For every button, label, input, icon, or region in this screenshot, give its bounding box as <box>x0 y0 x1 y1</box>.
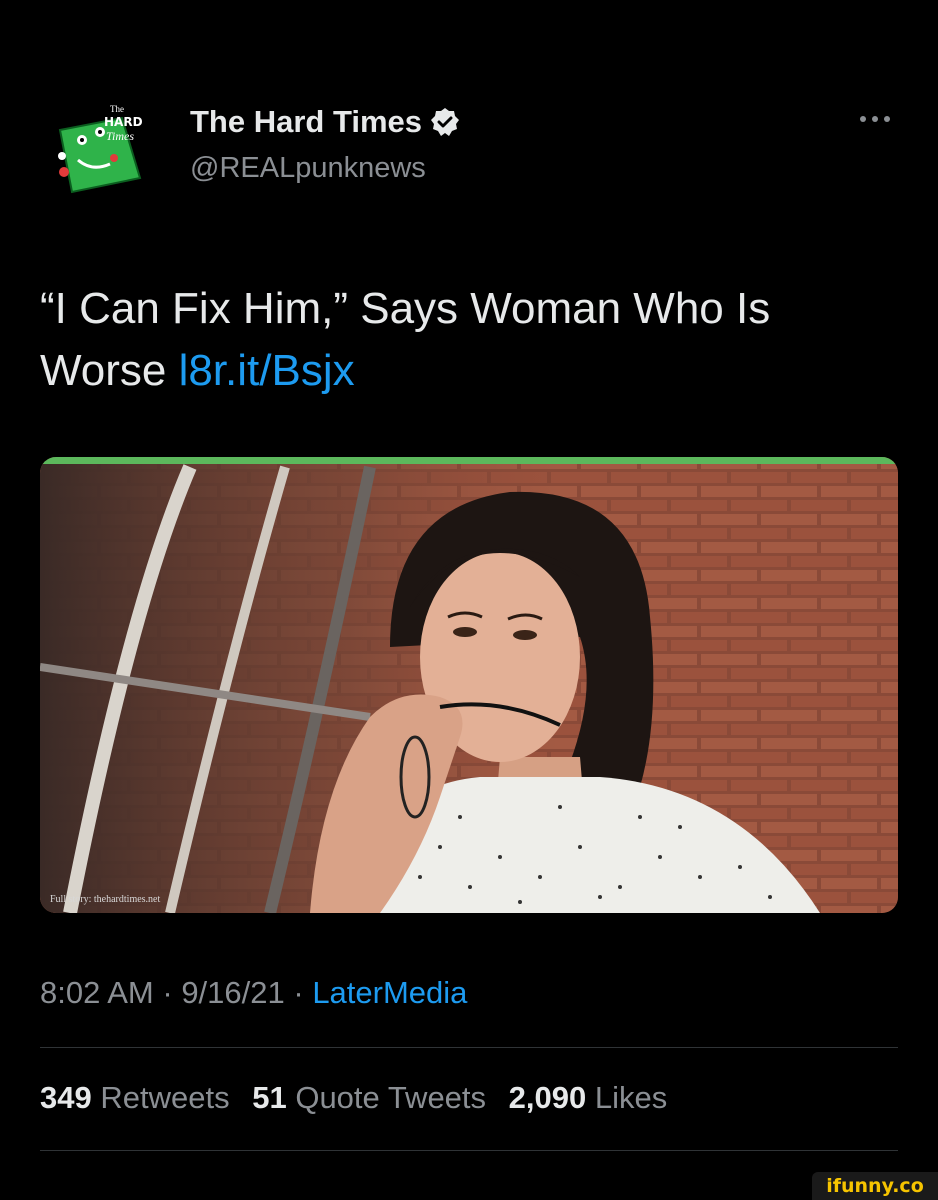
woman-with-glasses-photo <box>40 457 898 913</box>
retweets-label: Retweets <box>100 1080 230 1115</box>
svg-text:HARD: HARD <box>104 115 143 129</box>
quote-tweets-stat[interactable]: 51 Quote Tweets <box>252 1080 486 1115</box>
divider <box>40 1150 898 1151</box>
retweets-stat[interactable]: 349 Retweets <box>40 1080 230 1115</box>
tweet-body: “I Can Fix Him,” Says Woman Who Is Worse <box>40 284 771 395</box>
tweet-date[interactable]: 9/16/21 <box>181 975 284 1010</box>
author-display-name[interactable]: The Hard Times <box>190 104 422 140</box>
ellipsis-icon <box>860 116 890 122</box>
likes-count: 2,090 <box>508 1080 587 1115</box>
tweet-timestamp: 8:02 AM · 9/16/21 · LaterMedia <box>40 975 467 1011</box>
hard-times-logo-icon: The HARD Times <box>58 104 143 194</box>
media-accent-bar <box>40 457 898 464</box>
tweet-text: “I Can Fix Him,” Says Woman Who Is Worse… <box>40 278 900 402</box>
tweet-link[interactable]: l8r.it/Bsjx <box>179 346 355 395</box>
likes-label: Likes <box>594 1080 668 1115</box>
more-options-button[interactable] <box>854 106 896 132</box>
divider <box>40 1047 898 1048</box>
ifunny-watermark: ifunny.co <box>812 1172 938 1200</box>
meta-separator: · <box>284 975 313 1010</box>
quote-tweets-label: Quote Tweets <box>295 1080 487 1115</box>
likes-stat[interactable]: 2,090 Likes <box>509 1080 668 1115</box>
verified-badge-icon <box>430 107 460 137</box>
author-handle[interactable]: @REALpunknews <box>190 152 426 185</box>
tweet-media-image[interactable]: Full story: thehardtimes.net <box>40 457 898 913</box>
meta-separator: · <box>153 975 182 1010</box>
media-caption: Full story: thehardtimes.net <box>50 894 161 905</box>
svg-text:The: The <box>110 104 124 114</box>
quote-tweets-count: 51 <box>252 1080 287 1115</box>
svg-text:Times: Times <box>106 129 134 143</box>
tweet-source-link[interactable]: LaterMedia <box>312 975 467 1010</box>
retweets-count: 349 <box>40 1080 92 1115</box>
tweet-stats: 349 Retweets 51 Quote Tweets 2,090 Likes <box>40 1080 681 1116</box>
tweet-time[interactable]: 8:02 AM <box>40 975 154 1010</box>
avatar[interactable]: The HARD Times <box>52 100 172 200</box>
author-name-row[interactable]: The Hard Times <box>190 104 460 140</box>
